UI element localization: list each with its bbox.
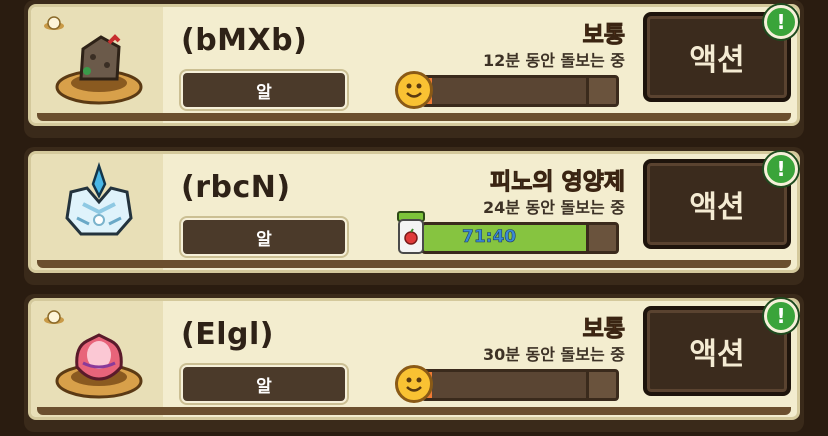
pet-card: (Elgl) 알 보통 30분 동안 돌보는 중 액션 !: [24, 294, 804, 432]
alert-badge[interactable]: !: [764, 299, 798, 333]
egg-nest-icon: [55, 34, 143, 105]
pet-name: (Elgl): [181, 317, 274, 352]
status-text: 피노의 영양제: [490, 169, 626, 196]
progress-bar-cap: [586, 78, 616, 104]
pet-card: (bMXb) 알 보통 12분 동안 돌보는 중 액션 !: [24, 0, 804, 138]
pet-type-label: 알: [181, 365, 347, 403]
pet-icon-pane: [31, 154, 163, 270]
pet-card-panel: (bMXb) 알 보통 12분 동안 돌보는 중 액션 !: [28, 4, 800, 126]
pet-card-panel: (Elgl) 알 보통 30분 동안 돌보는 중 액션 !: [28, 298, 800, 420]
card-bottom-edge: [37, 407, 791, 415]
crystal-creature-icon: [65, 162, 133, 236]
care-progress-bar: [421, 75, 619, 107]
alert-badge[interactable]: !: [764, 152, 798, 186]
pet-name: (rbcN): [181, 170, 291, 205]
nutrient-jar-icon: [397, 211, 425, 254]
pet-name: (bMXb): [181, 23, 308, 58]
care-duration-text: 24분 동안 돌보는 중: [482, 198, 625, 217]
boost-timer-text: 71:40: [462, 227, 517, 248]
progress-bar-cap: [586, 225, 616, 251]
care-duration-text: 12분 동안 돌보는 중: [482, 51, 625, 70]
care-progress-bar: [421, 369, 619, 401]
pet-icon-pane: [31, 301, 163, 417]
alert-badge[interactable]: !: [764, 5, 798, 39]
pet-icon-pane: [31, 7, 163, 123]
card-bottom-edge: [37, 260, 791, 268]
status-text: 보통: [582, 316, 625, 343]
care-duration-text: 30분 동안 돌보는 중: [482, 345, 625, 364]
pet-card: (rbcN) 알 피노의 영양제 24분 동안 돌보는 중 71:40 액션 !: [24, 147, 804, 285]
progress-bar-cap: [586, 372, 616, 398]
care-progress-bar: 71:40: [421, 222, 619, 254]
smiley-icon: [395, 365, 433, 403]
card-bottom-edge: [37, 113, 791, 121]
pet-type-label: 알: [181, 71, 347, 109]
pet-type-label: 알: [181, 218, 347, 256]
pink-egg-nest-icon: [55, 333, 143, 399]
pet-card-panel: (rbcN) 알 피노의 영양제 24분 동안 돌보는 중 71:40 액션 !: [28, 151, 800, 273]
status-text: 보통: [582, 22, 625, 49]
smiley-icon: [395, 71, 433, 109]
